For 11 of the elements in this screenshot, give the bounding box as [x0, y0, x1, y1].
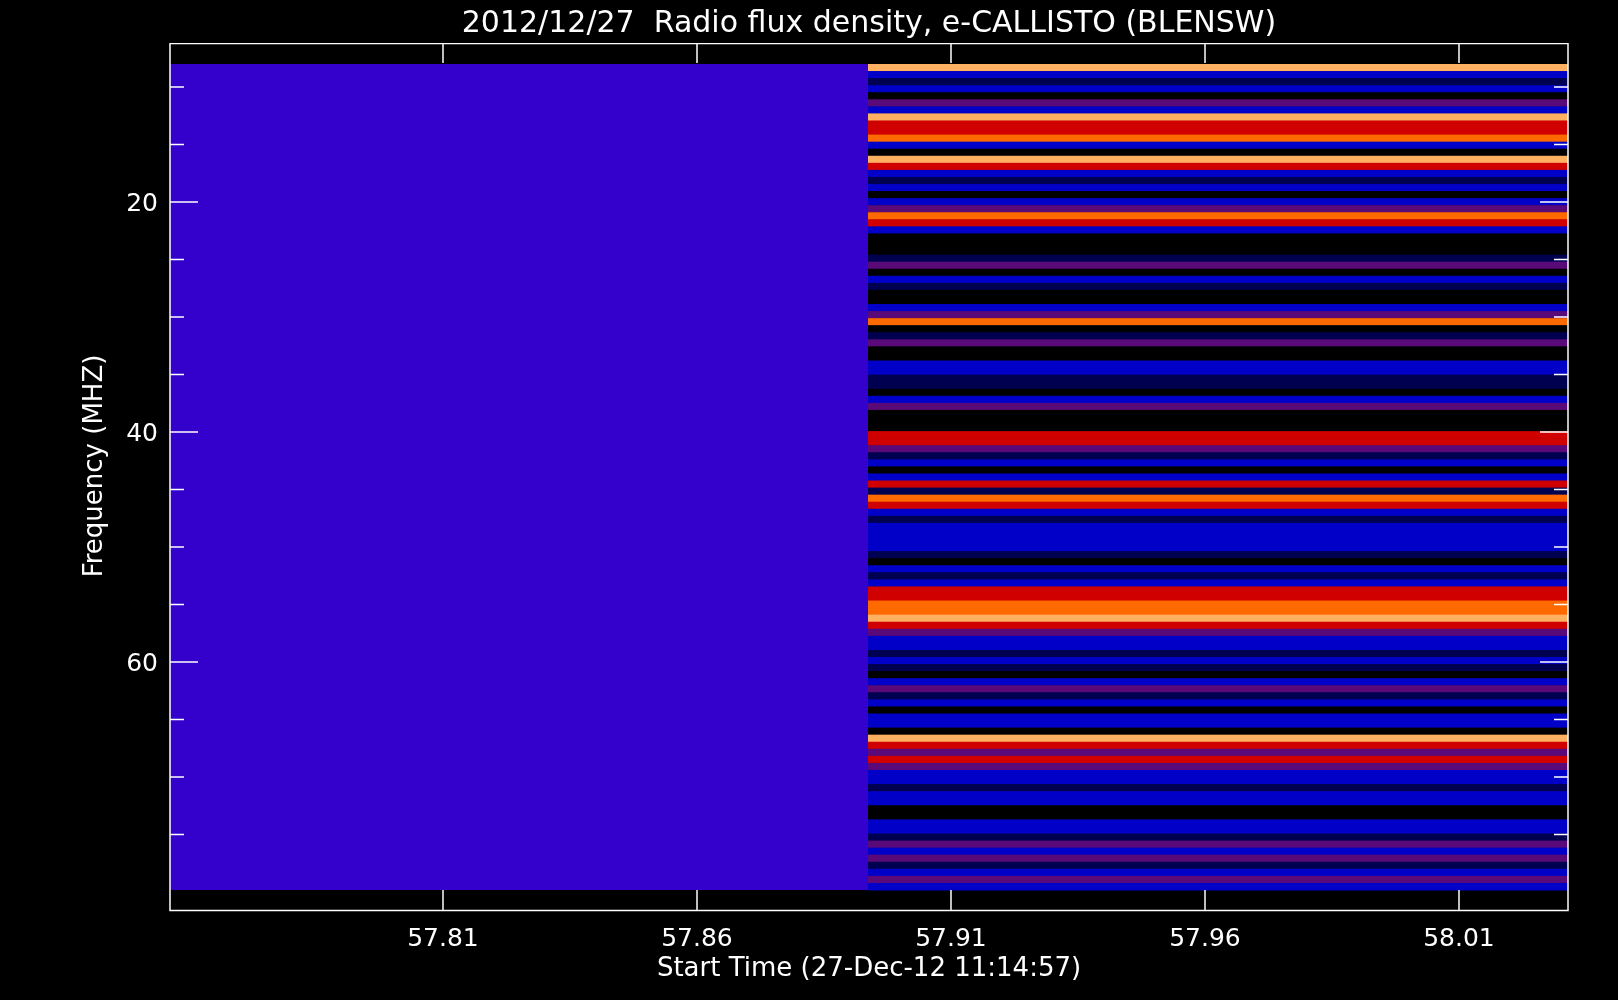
- x-axis-label: Start Time (27-Dec-12 11:14:57): [656, 952, 1082, 982]
- x-tick-label: 57.86: [661, 923, 733, 952]
- x-tick-label: 57.96: [1169, 923, 1241, 952]
- y-axis-label: Frequency (MHZ): [78, 354, 108, 578]
- y-tick-label: 40: [126, 418, 158, 447]
- x-tick-label: 57.91: [915, 923, 987, 952]
- x-tick-label: 57.81: [407, 923, 479, 952]
- y-tick-label: 20: [126, 188, 158, 217]
- y-tick-label: 60: [126, 648, 158, 677]
- x-tick-label: 58.01: [1423, 923, 1495, 952]
- chart-title: 2012/12/27 Radio flux density, e-CALLISTO (BLENSW): [461, 2, 1277, 41]
